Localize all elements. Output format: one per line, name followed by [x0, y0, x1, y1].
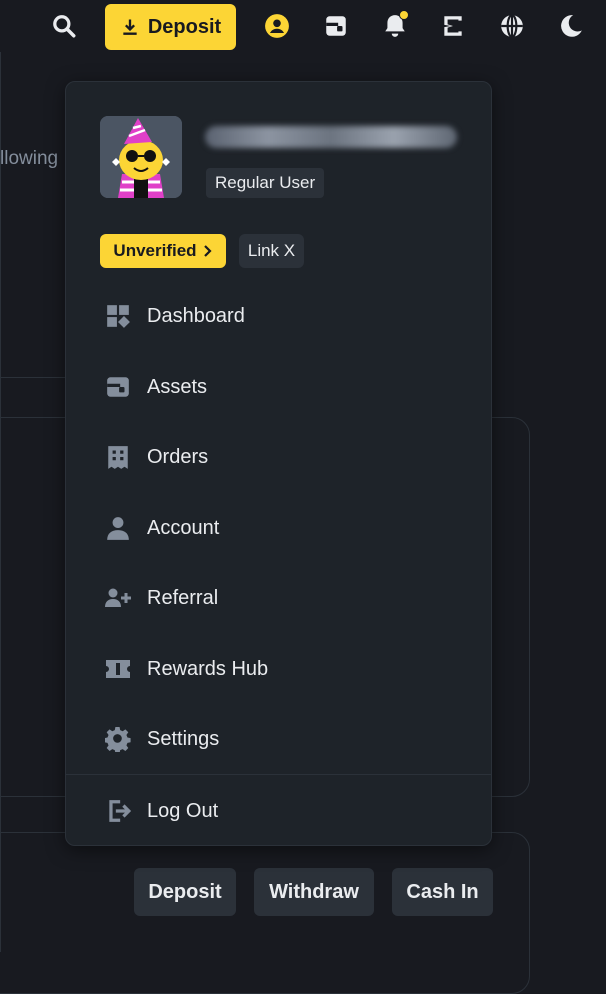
user-icon — [104, 514, 132, 542]
bell-icon[interactable] — [379, 10, 411, 42]
profile-dropdown: Regular User Unverified Link X Dashboard… — [65, 81, 492, 846]
menu-item-referral[interactable]: Referral — [66, 570, 491, 626]
menu-divider — [66, 774, 491, 775]
menu-item-dashboard[interactable]: Dashboard — [66, 288, 491, 344]
background-text: llowing — [0, 148, 59, 169]
ticket-icon — [104, 655, 132, 683]
gear-icon — [104, 725, 132, 753]
dashboard-icon — [104, 302, 132, 330]
download-icon — [123, 19, 137, 35]
menu-item-label: Dashboard — [147, 304, 245, 327]
email-redacted — [205, 126, 457, 148]
unverified-label: Unverified — [113, 241, 197, 260]
deposit-button-label: Deposit — [147, 15, 222, 38]
menu-item-label: Referral — [147, 586, 219, 609]
moon-icon[interactable] — [555, 10, 587, 42]
avatar[interactable] — [100, 116, 182, 198]
menu-item-label: Assets — [147, 375, 208, 398]
withdraw-button[interactable]: Withdraw — [254, 868, 374, 916]
menu-item-label: Orders — [147, 445, 209, 468]
deposit-button[interactable]: Deposit — [105, 4, 236, 50]
chevron-right-icon — [203, 245, 212, 257]
unverified-button[interactable]: Unverified — [100, 234, 226, 268]
notification-dot — [399, 10, 409, 20]
logout-icon — [104, 797, 132, 825]
cash-in-button[interactable]: Cash In — [392, 868, 493, 916]
menu-item-orders[interactable]: Orders — [66, 429, 491, 485]
top-bar: Deposit — [0, 0, 606, 52]
profile-icon[interactable] — [261, 10, 293, 42]
user-type-badge: Regular User — [206, 168, 325, 198]
menu-item-assets[interactable]: Assets — [66, 359, 491, 415]
menu-item-account[interactable]: Account — [66, 500, 491, 556]
globe-icon[interactable] — [496, 10, 528, 42]
search-icon[interactable] — [48, 10, 80, 42]
transfer-icon[interactable] — [437, 10, 469, 42]
wallet-icon — [104, 373, 132, 401]
link-x-button[interactable]: Link X — [239, 234, 304, 268]
menu-item-label: Rewards Hub — [147, 657, 269, 680]
logout-label: Log Out — [147, 799, 219, 822]
logout-button[interactable]: Log Out — [66, 783, 491, 839]
user-plus-icon — [104, 584, 132, 612]
receipt-icon — [104, 443, 132, 471]
background-divider — [0, 377, 68, 378]
deposit-action-button[interactable]: Deposit — [134, 868, 236, 916]
menu-item-label: Account — [147, 516, 220, 539]
menu-item-settings[interactable]: Settings — [66, 711, 491, 767]
wallet-icon[interactable] — [320, 10, 352, 42]
menu-item-label: Settings — [147, 727, 220, 750]
menu-item-rewards-hub[interactable]: Rewards Hub — [66, 641, 491, 697]
